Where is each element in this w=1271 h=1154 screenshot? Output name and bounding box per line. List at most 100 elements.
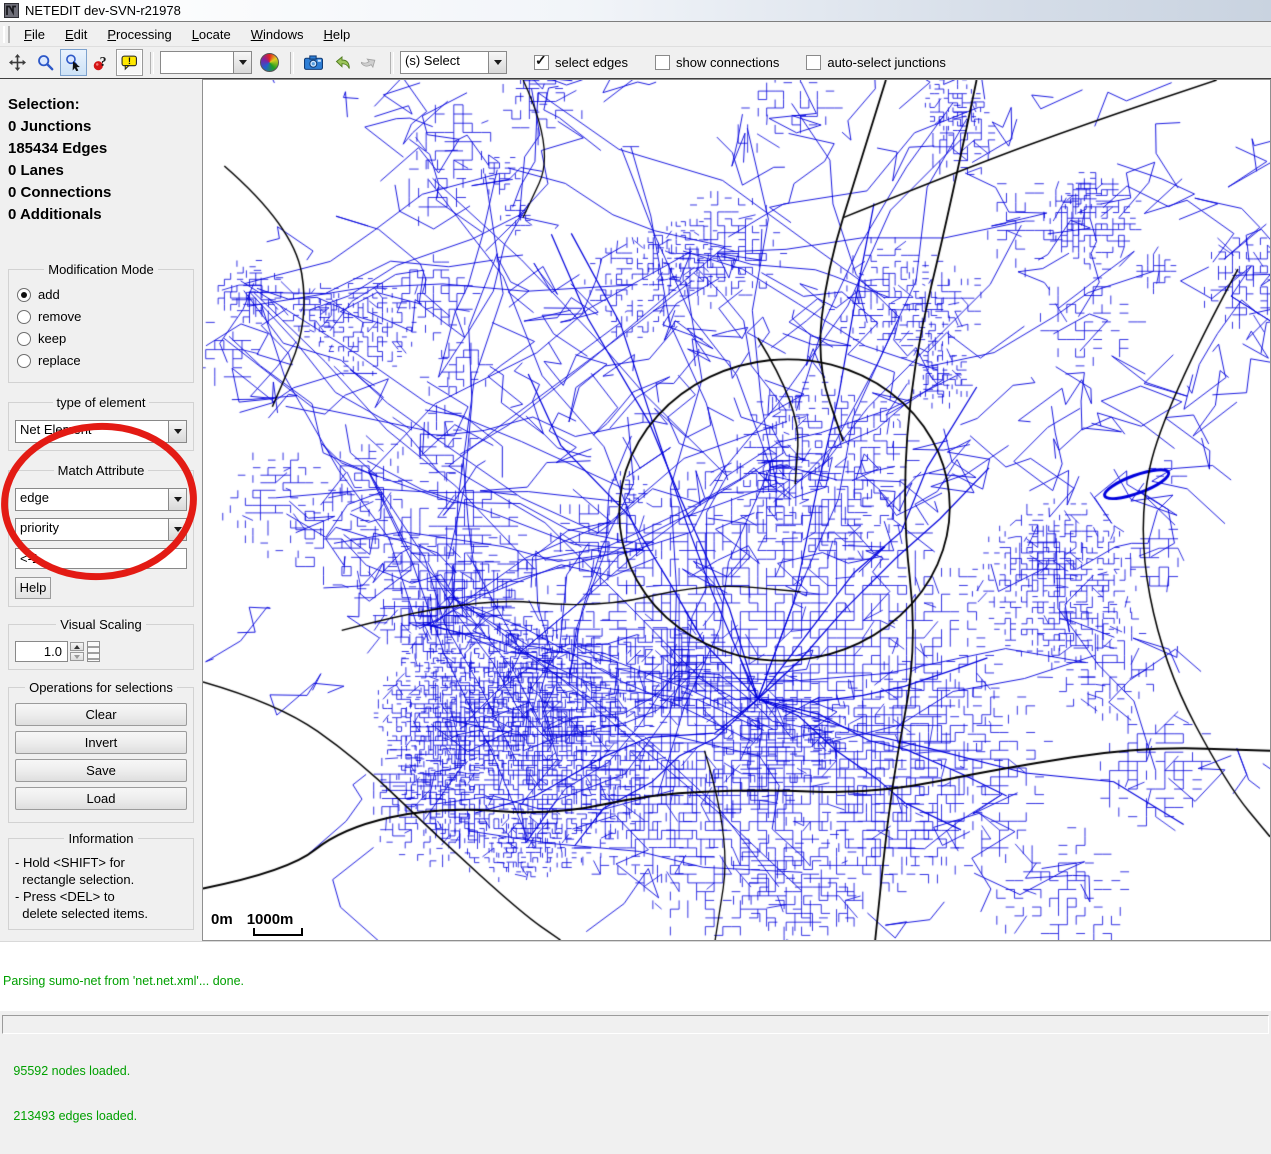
operations-group: Operations for selections Clear Invert S… — [8, 680, 194, 823]
checkbox-label: show connections — [676, 55, 779, 70]
operations-title: Operations for selections — [25, 680, 177, 695]
menu-help[interactable]: Help — [313, 24, 360, 45]
scale-start-label: 0m — [211, 913, 233, 927]
main-area: Selection: 0 Junctions 185434 Edges 0 La… — [0, 79, 1271, 941]
spin-down-button[interactable] — [70, 652, 84, 661]
network-view[interactable]: 0m 1000m — [202, 79, 1271, 941]
selection-count: 0 Connections — [8, 182, 202, 204]
menu-processing[interactable]: Processing — [97, 24, 181, 45]
match-attribute-value: priority — [16, 519, 168, 540]
information-group: Information - Hold <SHIFT> for rectangle… — [8, 831, 194, 930]
selection-frame: Selection: 0 Junctions 185434 Edges 0 La… — [0, 79, 202, 941]
selection-heading: Selection: — [8, 94, 202, 116]
checkbox-label: auto-select junctions — [827, 55, 946, 70]
scale-bracket — [253, 928, 303, 936]
radio-icon — [17, 288, 31, 302]
spin-up-button[interactable] — [70, 642, 84, 651]
toolbar-separator — [290, 52, 294, 74]
zoom-icon[interactable] — [32, 49, 59, 76]
radio-keep[interactable]: keep — [17, 331, 185, 346]
invert-button[interactable]: Invert — [15, 731, 187, 754]
recenter-view-icon[interactable] — [4, 49, 31, 76]
type-of-element-group: type of element Net Element — [8, 395, 194, 451]
undo-arrow-icon[interactable] — [328, 49, 355, 76]
selection-count: 0 Lanes — [8, 160, 202, 182]
chevron-down-icon[interactable] — [168, 489, 186, 510]
selection-count: 0 Junctions — [8, 116, 202, 138]
visual-scaling-group: Visual Scaling 1.0 — [8, 617, 194, 670]
radio-remove[interactable]: remove — [17, 309, 185, 324]
info-line: rectangle selection. — [15, 871, 187, 888]
scaling-dial[interactable] — [87, 641, 100, 662]
title-bar: NETEDIT dev-SVN-r21978 — [0, 0, 1271, 22]
menu-bar: File Edit Processing Locate Windows Help — [0, 22, 1271, 47]
radio-label: replace — [38, 353, 81, 368]
log-messages: Parsing sumo-net from 'net.net.xml'... d… — [0, 941, 1271, 1011]
radio-label: keep — [38, 331, 66, 346]
match-expression-input[interactable]: <-1 — [15, 548, 187, 569]
match-attribute-combo[interactable]: priority — [15, 518, 187, 541]
type-of-element-title: type of element — [53, 395, 150, 410]
help-icon[interactable]: ? — [88, 49, 115, 76]
element-type-combo[interactable]: Net Element — [15, 420, 187, 443]
log-line: Parsing sumo-net from 'net.net.xml'... d… — [3, 974, 1271, 989]
checkbox-icon — [655, 55, 670, 70]
modification-mode-title: Modification Mode — [44, 262, 158, 277]
toolbar-separator — [390, 52, 394, 74]
radio-replace[interactable]: replace — [17, 353, 185, 368]
load-button[interactable]: Load — [15, 787, 187, 810]
map-scale: 0m 1000m — [211, 913, 303, 936]
chevron-down-icon[interactable] — [168, 421, 186, 442]
chevron-down-icon[interactable] — [488, 52, 506, 73]
svg-text:?: ? — [100, 54, 107, 69]
network-canvas[interactable] — [203, 80, 1270, 940]
element-type-value: Net Element — [16, 421, 168, 442]
redo-arrow-icon — [356, 49, 383, 76]
menu-file[interactable]: File — [14, 24, 55, 45]
info-line: - Press <DEL> to — [15, 888, 187, 905]
visual-scaling-title: Visual Scaling — [56, 617, 145, 632]
svg-text:!: ! — [128, 56, 131, 67]
zoom-selection-icon[interactable] — [60, 49, 87, 76]
radio-icon — [17, 332, 31, 346]
log-line: 213493 edges loaded. — [3, 1109, 1271, 1124]
status-bar — [0, 1011, 1271, 1040]
menu-windows[interactable]: Windows — [241, 24, 314, 45]
help-button[interactable]: Help — [15, 577, 51, 599]
show-connections-checkbox[interactable]: show connections — [655, 55, 779, 70]
radio-add[interactable]: add — [17, 287, 185, 302]
snapshot-camera-icon[interactable] — [300, 49, 327, 76]
supermode-combo[interactable]: (s) Select — [400, 51, 507, 74]
match-tag-combo[interactable]: edge — [15, 488, 187, 511]
menu-edit[interactable]: Edit — [55, 24, 97, 45]
edit-mode-combo-value — [161, 52, 233, 73]
select-edges-checkbox[interactable]: select edges — [534, 55, 628, 70]
tool-bar: ? ! (s) Select select edges — [0, 47, 1271, 79]
auto-select-junctions-checkbox[interactable]: auto-select junctions — [806, 55, 946, 70]
window-title: NETEDIT dev-SVN-r21978 — [25, 3, 181, 18]
color-wheel-icon[interactable] — [256, 49, 283, 76]
radio-label: remove — [38, 309, 81, 324]
log-line: 95592 nodes loaded. — [3, 1064, 1271, 1079]
checkbox-icon — [806, 55, 821, 70]
clear-button[interactable]: Clear — [15, 703, 187, 726]
info-line: - Hold <SHIFT> for — [15, 854, 187, 871]
save-button[interactable]: Save — [15, 759, 187, 782]
chevron-down-icon[interactable] — [233, 52, 251, 73]
match-attribute-group: Match Attribute edge priority <-1 Help — [8, 463, 194, 607]
scale-end-label: 1000m — [247, 913, 294, 927]
checkbox-icon — [534, 55, 549, 70]
radio-label: add — [38, 287, 60, 302]
checkbox-label: select edges — [555, 55, 628, 70]
selection-summary: Selection: 0 Junctions 185434 Edges 0 La… — [8, 94, 202, 226]
edit-mode-combo[interactable] — [160, 51, 252, 74]
menu-locate[interactable]: Locate — [182, 24, 241, 45]
status-field — [2, 1015, 1269, 1034]
visual-scaling-input[interactable]: 1.0 — [15, 641, 68, 662]
radio-icon — [17, 310, 31, 324]
chevron-down-icon[interactable] — [168, 519, 186, 540]
netedit-window: NETEDIT dev-SVN-r21978 File Edit Process… — [0, 0, 1271, 1039]
menubar-grip[interactable] — [3, 26, 10, 43]
message-log-icon[interactable]: ! — [116, 49, 143, 76]
selection-count: 185434 Edges — [8, 138, 202, 160]
